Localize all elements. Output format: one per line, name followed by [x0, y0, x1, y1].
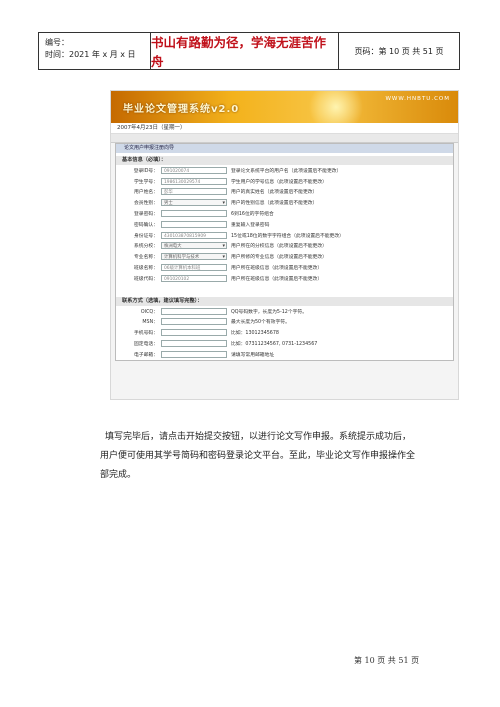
- date-bar: 2007年4月23日（星期一）: [111, 123, 458, 134]
- field-input[interactable]: [161, 318, 227, 326]
- field-input[interactable]: 06级计算机本科班: [161, 264, 227, 272]
- form-row: 系统分校：株洲电大用户所在的分校信息（此项设置后不能更改）: [116, 241, 453, 252]
- body-paragraph: 填写完毕后，请点击开始提交按钮，以进行论文写作申报。系统提示成功后， 用户便可使…: [100, 428, 460, 485]
- form-panel: 论文用户申报注册向导 基本信息（必填）： 登录ID号： 091020074 登录论文…: [115, 143, 454, 361]
- field-label: MSN：: [142, 320, 158, 326]
- form-row: 班级代码： 091020102 用户所在班级信息（此项设置后不能更改）: [116, 273, 453, 284]
- banner-title: 毕业论文管理系统v2.0: [123, 104, 240, 115]
- form-row: OICQ： QQ号码数字，长度为5-12个字符。: [116, 306, 453, 317]
- field-label: 电子邮箱：: [134, 352, 158, 358]
- field-select[interactable]: 计算机科学与技术: [161, 253, 227, 261]
- form-row: 登录ID号： 091020074 登录论文系统平台的用户名（此项设置后不能更改）: [116, 165, 453, 176]
- header-page-info: 页码：第 10 页 共 51 页: [354, 46, 444, 56]
- field-label: 学生学号：: [134, 179, 158, 185]
- form-row: 密码确认： 重复输入登录密码: [116, 219, 453, 230]
- field-label: 密码确认：: [134, 222, 158, 228]
- field-hint: 学生用户的学号信息（此项设置后不能更改）: [231, 179, 327, 185]
- field-input[interactable]: [161, 210, 227, 218]
- field-hint: 请填写常用邮箱地址: [231, 352, 275, 358]
- field-input[interactable]: [161, 340, 227, 348]
- field-input[interactable]: 091020102: [161, 274, 227, 282]
- field-input[interactable]: 1986130029574: [161, 177, 227, 185]
- field-input[interactable]: 091020074: [161, 166, 227, 174]
- field-select[interactable]: 男士: [161, 199, 227, 207]
- form-row: 学生学号： 1986130029574 学生用户的学号信息（此项设置后不能更改）: [116, 176, 453, 187]
- paragraph-line: 部完成。: [100, 470, 137, 480]
- field-input[interactable]: [161, 307, 227, 315]
- form-row: 用户姓名： 彭华 用户的真实姓名（此项设置后不能更改）: [116, 187, 453, 198]
- form-row: 会员性别：男士用户的性别信息（此项设置后不能更改）: [116, 197, 453, 208]
- form-row: 电子邮箱： 请填写常用邮箱地址: [116, 349, 453, 360]
- field-hint: 比如：13012345678: [231, 331, 279, 337]
- field-input[interactable]: 430103870815909: [161, 231, 227, 239]
- system-banner: 毕业论文管理系统v2.0 WWW.HNBTU.COM: [111, 91, 458, 123]
- paragraph-line: 用户便可使用其学号简码和密码登录论文平台。至此，毕业论文写作申报操作全: [100, 451, 416, 461]
- field-hint: 用户所在班级信息（此项设置后不能更改）: [231, 266, 323, 272]
- paragraph-line: 填写完毕后，请点击开始提交按钮，以进行论文写作申报。系统提示成功后，: [105, 432, 412, 442]
- field-input[interactable]: [161, 329, 227, 337]
- field-hint: 登录论文系统平台的用户名（此项设置后不能更改）: [231, 168, 342, 174]
- field-input[interactable]: [161, 220, 227, 228]
- field-label: 专业名称：: [134, 255, 158, 261]
- registration-screenshot: 毕业论文管理系统v2.0 WWW.HNBTU.COM 2007年4月23日（星期…: [110, 90, 459, 400]
- tab-register-wizard[interactable]: 论文用户申报注册向导: [116, 144, 453, 153]
- form-row: MSN： 最大长度为50个有效字符。: [116, 317, 453, 328]
- basic-info-section: 基本信息（必填）：: [116, 156, 453, 165]
- field-label: 会员性别：: [134, 201, 158, 207]
- field-input[interactable]: 彭华: [161, 188, 227, 196]
- field-select[interactable]: 株洲电大: [161, 242, 227, 250]
- field-hint: 最大长度为50个有效字符。: [231, 320, 290, 326]
- field-hint: 用户的真实姓名（此项设置后不能更改）: [231, 190, 318, 196]
- number-label: 编号：: [45, 38, 69, 47]
- field-hint: 用户所在班级信息（此项设置后不能更改）: [231, 276, 323, 282]
- field-label: 手机号码：: [134, 331, 158, 337]
- form-row: 手机号码： 比如：13012345678: [116, 327, 453, 338]
- field-hint: 用户所修的专业信息（此项设置后不能更改）: [231, 255, 327, 261]
- field-hint: 重复输入登录密码: [231, 222, 270, 228]
- field-hint: 15位或18位的数字字符组合（此项设置后不能更改）: [231, 233, 344, 239]
- field-label: 用户姓名：: [134, 190, 158, 196]
- basic-info-rows: 登录ID号： 091020074 登录论文系统平台的用户名（此项设置后不能更改） 学生…: [116, 165, 453, 284]
- header-meta: 编号： 时间：2021 年 x 月 x 日: [39, 33, 151, 69]
- form-row: 身份证号： 430103870815909 15位或18位的数字字符组合（此项设置后…: [116, 230, 453, 241]
- page-footer: 第 10 页 共 51 页: [354, 656, 420, 665]
- field-label: 登录ID号：: [133, 168, 158, 174]
- field-label: 固定电话：: [134, 342, 158, 348]
- field-hint: 6到16位的字符组合: [231, 212, 274, 218]
- banner-glow: [301, 91, 371, 123]
- field-label: 系统分校：: [134, 244, 158, 250]
- field-label: 登录密码：: [134, 212, 158, 218]
- field-label: OICQ：: [140, 309, 158, 315]
- form-row: 专业名称：计算机科学与技术用户所修的专业信息（此项设置后不能更改）: [116, 251, 453, 262]
- field-hint: QQ号码数字，长度为5-12个字符。: [231, 309, 308, 315]
- header-motto: 书山有路勤为径，学海无涯苦作舟: [151, 33, 339, 69]
- nav-strip: [111, 134, 458, 143]
- time-label: 时间：2021 年 x 月 x 日: [45, 50, 136, 59]
- field-hint: 用户所在的分校信息（此项设置后不能更改）: [231, 244, 327, 250]
- field-hint: 比如：07311234567, 0731-1234567: [231, 342, 318, 348]
- field-hint: 用户的性别信息（此项设置后不能更改）: [231, 201, 318, 207]
- page-header: 编号： 时间：2021 年 x 月 x 日 书山有路勤为径，学海无涯苦作舟 页码…: [38, 32, 460, 70]
- field-label: 班级代码：: [134, 276, 158, 282]
- field-label: 身份证号：: [134, 233, 158, 239]
- field-input[interactable]: [161, 350, 227, 358]
- form-row: 登录密码： 6到16位的字符组合: [116, 208, 453, 219]
- contact-section: 联系方式（选填，建议填写完整）：: [116, 296, 453, 306]
- field-label: 班级名称：: [134, 266, 158, 272]
- banner-url: WWW.HNBTU.COM: [385, 96, 450, 102]
- form-row: 固定电话： 比如：07311234567, 0731-1234567: [116, 338, 453, 349]
- contact-rows: OICQ： QQ号码数字，长度为5-12个字符。 MSN： 最大长度为50个有效字符。…: [116, 306, 453, 360]
- form-row: 班级名称： 06级计算机本科班 用户所在班级信息（此项设置后不能更改）: [116, 262, 453, 273]
